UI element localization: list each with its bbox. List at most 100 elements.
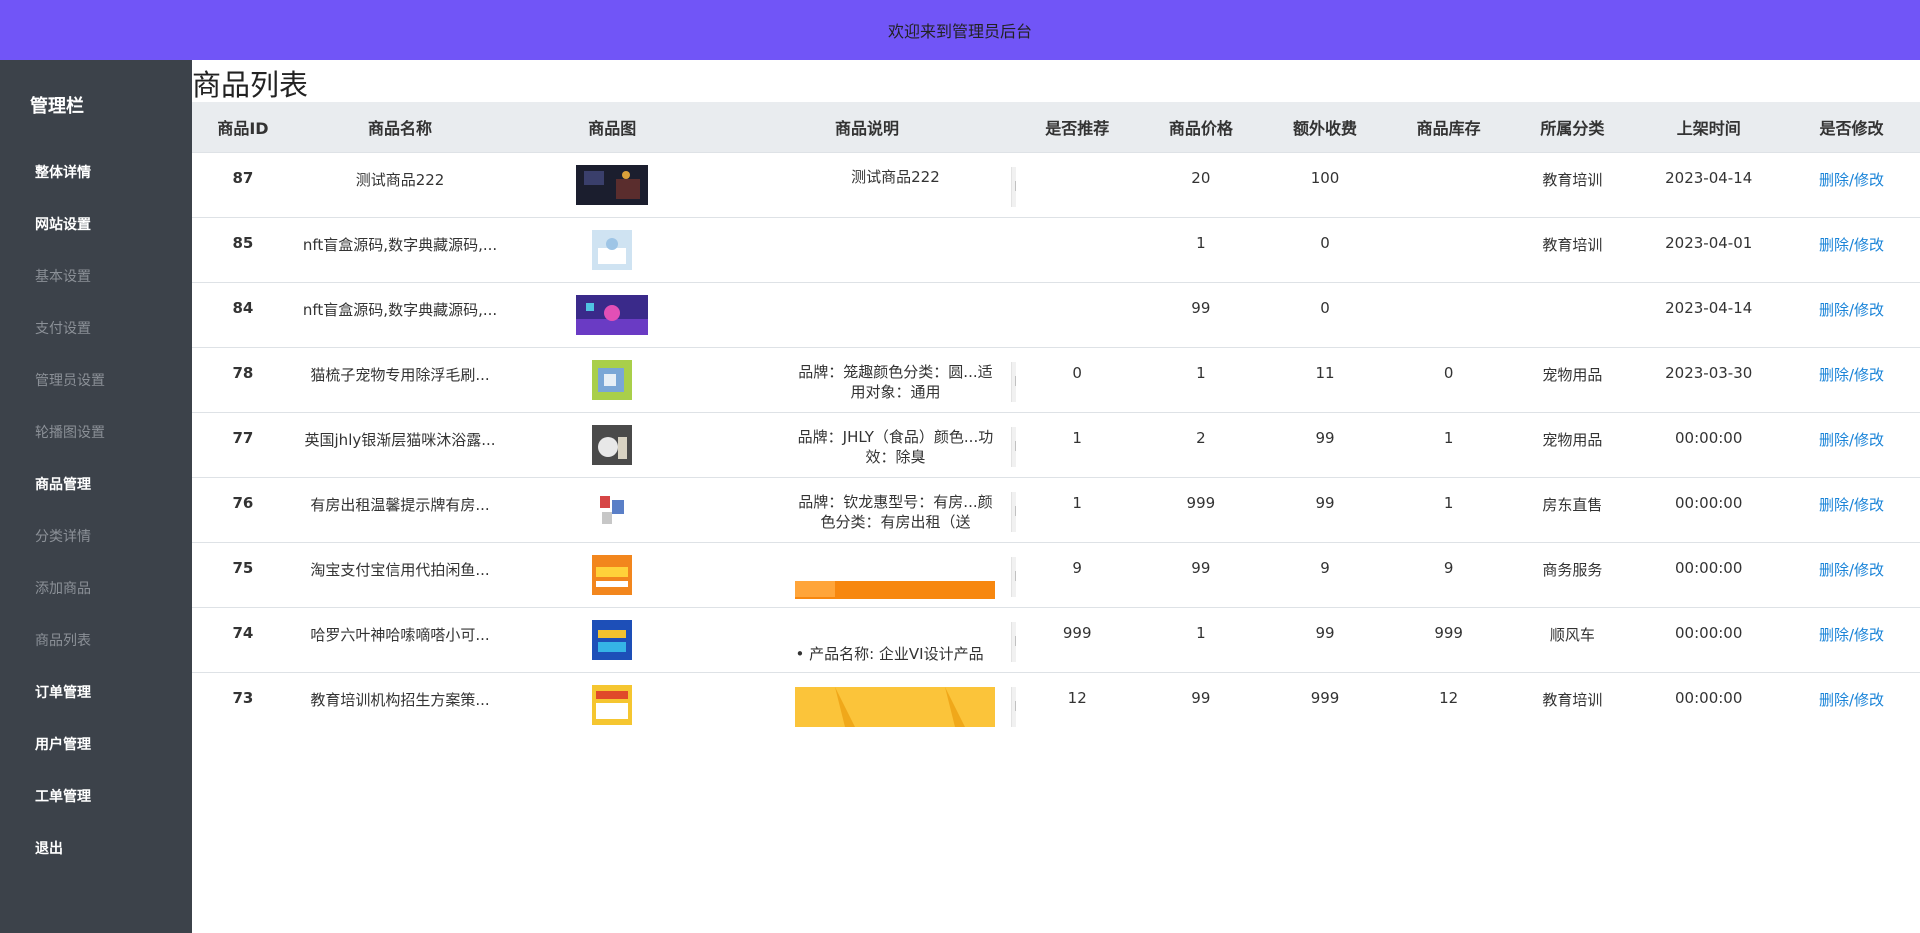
description-scrollbox[interactable]: 品牌：笼趣颜色分类：圆...适用对象：通用 (795, 361, 1016, 404)
sidebar-item-basic-settings[interactable]: 基本设置 (35, 266, 91, 286)
col-header-id: 商品ID (217, 118, 269, 138)
product-extra-fee: 99 (1315, 493, 1335, 512)
product-name: 猫梳子宠物专用除浮毛刷... (310, 365, 490, 384)
col-header-actions: 是否修改 (1819, 118, 1884, 138)
scrollbar[interactable] (1011, 686, 1016, 727)
product-actions: 删除/修改 (1783, 347, 1920, 412)
product-actions: 删除/修改 (1783, 607, 1920, 672)
product-description-cell (718, 672, 1016, 737)
sidebar-item-site-settings[interactable]: 网站设置 (35, 214, 91, 234)
col-header-stock: 商品库存 (1416, 118, 1481, 138)
description-scrollbox[interactable]: 品牌：JHLY（食品）颜色...功效：除臭 (795, 426, 1016, 469)
product-name: 淘宝支付宝信用代拍闲鱼... (310, 560, 490, 579)
product-listed-time: 00:00:00 (1675, 558, 1743, 577)
product-extra-fee: 9 (1320, 558, 1330, 577)
table-row: 78 猫梳子宠物专用除浮毛刷... 品牌：笼趣颜色分类：圆...适用对象：通用 … (192, 347, 1920, 412)
sidebar-item-carousel-settings[interactable]: 轮播图设置 (35, 422, 105, 442)
description-scrollbox[interactable]: 品牌：钦龙惠型号：有房...颜色分类：有房出租（送 (795, 491, 1016, 534)
sidebar-item-add-product[interactable]: 添加商品 (35, 578, 91, 598)
top-header: 欢迎来到管理员后台 (0, 0, 1920, 60)
delete-edit-link[interactable]: 删除/修改 (1819, 431, 1884, 449)
product-extra-fee: 0 (1320, 233, 1330, 252)
product-id: 78 (232, 363, 254, 382)
delete-edit-link[interactable]: 删除/修改 (1819, 301, 1884, 319)
delete-edit-link[interactable]: 删除/修改 (1819, 171, 1884, 189)
delete-edit-link[interactable]: 删除/修改 (1819, 496, 1884, 514)
sidebar-item-payment-settings[interactable]: 支付设置 (35, 318, 91, 338)
page-title: 商品列表 (192, 68, 309, 102)
sidebar-item-ticket-management[interactable]: 工单管理 (35, 786, 91, 806)
product-stock: 1 (1443, 493, 1454, 512)
scrollbar[interactable] (1011, 361, 1016, 402)
delete-edit-link[interactable]: 删除/修改 (1819, 366, 1884, 384)
description-image (795, 580, 996, 599)
description-scrollbox[interactable]: 测试商品222 (795, 166, 1016, 209)
scrollbar[interactable] (1011, 556, 1016, 597)
sidebar-item-category-details[interactable]: 分类详情 (35, 526, 91, 546)
delete-edit-link[interactable]: 删除/修改 (1819, 626, 1884, 644)
product-actions: 删除/修改 (1783, 282, 1920, 347)
col-header-image: 商品图 (588, 118, 637, 138)
product-category: 宠物用品 (1542, 430, 1603, 449)
col-header-extra-fee: 额外收费 (1293, 118, 1358, 138)
sidebar-item-order-management[interactable]: 订单管理 (35, 682, 91, 702)
product-recommend: 12 (1067, 688, 1087, 707)
product-listed-time: 2023-04-01 (1665, 233, 1753, 252)
sidebar-item-product-management[interactable]: 商品管理 (35, 474, 91, 494)
product-image-cell (506, 217, 718, 282)
scrollbar[interactable] (1011, 426, 1016, 467)
product-price: 2 (1196, 428, 1206, 447)
product-recommend: 1 (1072, 493, 1082, 512)
delete-edit-link[interactable]: 删除/修改 (1819, 691, 1884, 709)
product-description: 品牌：JHLY（食品）颜色...功效：除臭 (797, 427, 994, 466)
product-id: 84 (232, 298, 254, 317)
table-row: 75 淘宝支付宝信用代拍闲鱼... 9 99 9 9 商务服务 00:00:00… (192, 542, 1920, 607)
product-id: 75 (232, 558, 254, 577)
table-row: 87 测试商品222 测试商品222 20 100 教育培训 2023-04-1… (192, 152, 1920, 217)
sidebar-item-overview[interactable]: 整体详情 (35, 162, 91, 182)
product-id: 74 (232, 623, 254, 642)
product-recommend: 0 (1072, 363, 1082, 382)
product-category: 教育培训 (1542, 235, 1603, 254)
product-id: 76 (232, 493, 254, 512)
sidebar-item-logout[interactable]: 退出 (35, 838, 63, 858)
col-header-category: 所属分类 (1540, 118, 1605, 138)
sidebar-item-product-list[interactable]: 商品列表 (35, 630, 91, 650)
product-description-cell (718, 282, 1015, 347)
sidebar-item-admin-settings[interactable]: 管理员设置 (35, 370, 105, 390)
product-name: 英国jhly银渐层猫咪沐浴露... (304, 430, 496, 449)
product-id: 87 (232, 168, 254, 187)
delete-edit-link[interactable]: 删除/修改 (1819, 561, 1884, 579)
product-actions: 删除/修改 (1783, 152, 1920, 217)
sidebar-item-user-management[interactable]: 用户管理 (35, 734, 91, 754)
product-price: 1 (1196, 623, 1206, 642)
scrollbar[interactable] (1011, 166, 1016, 207)
product-category: 教育培训 (1542, 170, 1603, 189)
scrollbar[interactable] (1011, 491, 1016, 532)
product-description-cell: 品牌：笼趣颜色分类：圆...适用对象：通用 (718, 347, 1016, 412)
product-price: 1 (1196, 233, 1206, 252)
product-category: 商务服务 (1542, 560, 1603, 579)
description-scrollbox[interactable]: • 产品名称: 企业VI设计产品 (795, 621, 1016, 664)
product-image-cell (506, 412, 718, 477)
product-extra-fee: 11 (1315, 363, 1335, 382)
product-recommend: 9 (1072, 558, 1082, 577)
product-actions: 删除/修改 (1783, 412, 1920, 477)
product-actions: 删除/修改 (1783, 542, 1920, 607)
table-row: 73 教育培训机构招生方案策... 12 99 999 12 教育培训 00:0… (192, 672, 1920, 737)
product-listed-time: 00:00:00 (1675, 688, 1743, 707)
product-recommend (1016, 152, 1139, 217)
description-scrollbox[interactable] (795, 686, 1016, 729)
col-header-price: 商品价格 (1168, 118, 1233, 138)
col-header-name: 商品名称 (368, 118, 433, 138)
delete-edit-link[interactable]: 删除/修改 (1819, 236, 1884, 254)
product-recommend: 1 (1072, 428, 1082, 447)
table-row: 85 nft盲盒源码,数字典藏源码,... 1 0 教育培训 2023-04-0… (192, 217, 1920, 282)
scrollbar[interactable] (1011, 621, 1016, 662)
product-description-cell: 品牌：JHLY（食品）颜色...功效：除臭 (718, 412, 1016, 477)
product-extra-fee: 99 (1315, 623, 1335, 642)
product-image-cell (506, 607, 718, 672)
product-name: 教育培训机构招生方案策... (310, 690, 490, 709)
description-scrollbox[interactable] (795, 556, 1016, 599)
product-image (592, 229, 633, 270)
